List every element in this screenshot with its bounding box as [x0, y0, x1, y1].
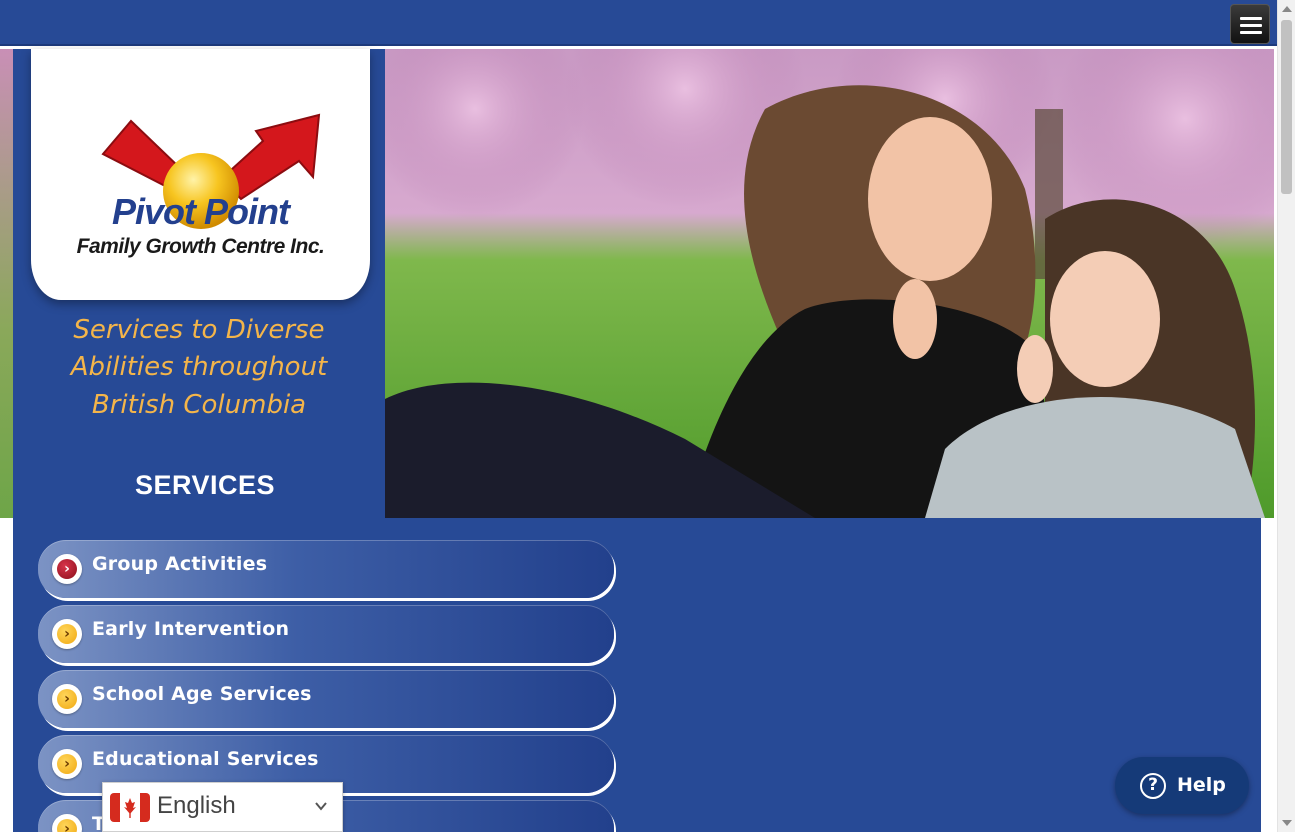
service-early-intervention-button[interactable]: › Early Intervention	[38, 605, 614, 663]
logo-title: Pivot Point	[112, 191, 290, 232]
scroll-down-icon[interactable]	[1282, 820, 1292, 826]
question-icon: ?	[1140, 773, 1166, 799]
canada-flag-icon	[110, 793, 150, 822]
top-bar	[0, 0, 1277, 46]
scroll-thumb[interactable]	[1281, 20, 1292, 194]
hamburger-icon-line	[1240, 24, 1262, 27]
tagline-line: Services to Diverse	[73, 315, 325, 345]
arrow-right-icon: ›	[52, 814, 82, 832]
pivot-arrow-icon	[101, 113, 321, 229]
tagline: Services to Diverse Abilities throughout…	[40, 312, 358, 424]
service-label: Educational Services	[92, 748, 319, 770]
tagline-line: British Columbia	[91, 389, 307, 420]
chevron-down-icon	[315, 802, 327, 811]
hero-image	[385, 49, 1274, 518]
logo[interactable]: Pivot Point Family Growth Centre Inc.	[31, 49, 370, 300]
service-label: Early Intervention	[92, 618, 290, 640]
hamburger-menu-button[interactable]	[1230, 4, 1270, 44]
arrow-right-icon: ›	[52, 554, 82, 584]
scrollbar[interactable]	[1277, 0, 1295, 832]
arrow-right-icon: ›	[52, 749, 82, 779]
help-label: Help	[1177, 774, 1226, 796]
service-school-age-button[interactable]: › School Age Services	[38, 670, 614, 728]
tagline-line: Abilities throughout	[70, 352, 328, 383]
hamburger-icon-line	[1240, 17, 1262, 20]
language-label: English	[157, 792, 236, 819]
scroll-up-icon[interactable]	[1282, 6, 1292, 12]
logo-subtitle: Family Growth Centre Inc.	[76, 235, 325, 258]
service-label: School Age Services	[92, 683, 312, 705]
arrow-right-icon: ›	[52, 619, 82, 649]
service-label: Group Activities	[92, 553, 268, 575]
arrow-right-icon: ›	[52, 684, 82, 714]
hero-left-edge	[0, 49, 13, 518]
hamburger-icon-line	[1240, 31, 1262, 34]
language-select[interactable]: English	[102, 782, 343, 832]
help-button[interactable]: ? Help	[1115, 757, 1249, 814]
services-heading: SERVICES	[134, 470, 276, 500]
service-group-activities-button[interactable]: › Group Activities	[38, 540, 614, 598]
